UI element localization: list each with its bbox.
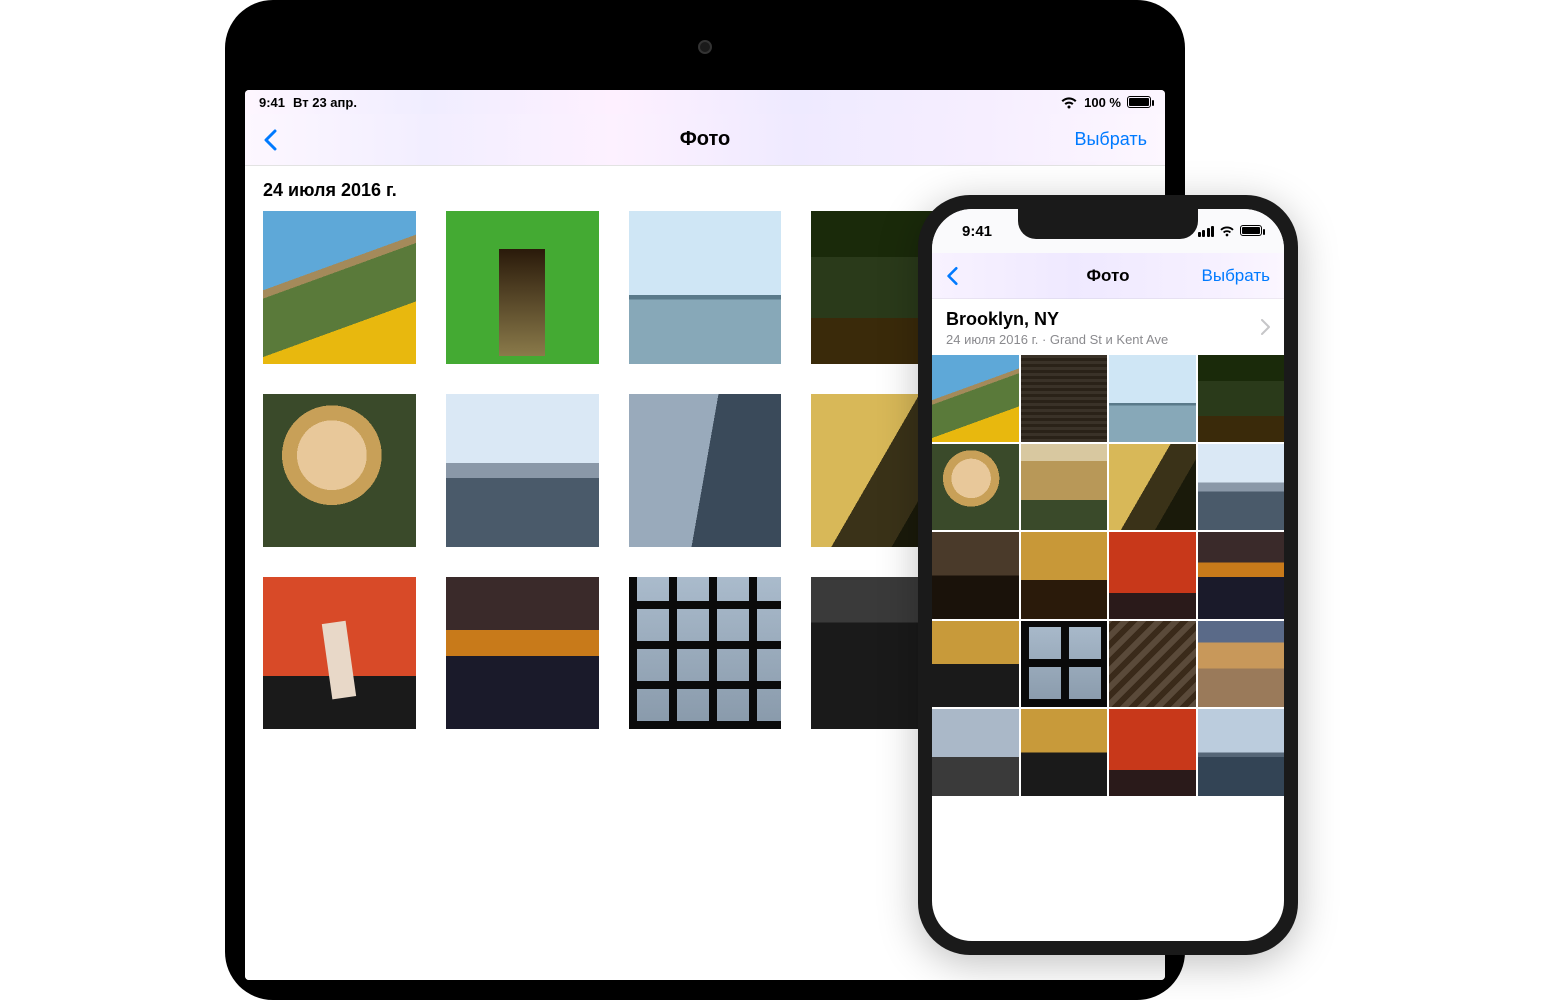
iphone-notch: [1018, 209, 1198, 239]
photo-thumbnail[interactable]: [446, 577, 599, 730]
iphone-nav-bar: Фото Выбрать: [932, 253, 1284, 299]
photo-thumbnail[interactable]: [263, 394, 416, 547]
photo-thumbnail[interactable]: [1198, 621, 1285, 708]
iphone-status-time: 9:41: [962, 223, 992, 240]
photo-thumbnail[interactable]: [1198, 355, 1285, 442]
photo-thumbnail[interactable]: [446, 394, 599, 547]
photo-thumbnail[interactable]: [1198, 709, 1285, 796]
photo-thumbnail[interactable]: [1109, 355, 1196, 442]
photo-thumbnail[interactable]: [1198, 444, 1285, 531]
ipad-nav-bar: Фото Выбрать: [245, 114, 1165, 166]
photo-thumbnail[interactable]: [1109, 532, 1196, 619]
battery-icon: [1127, 96, 1151, 108]
iphone-photo-grid: [932, 355, 1284, 796]
photo-thumbnail[interactable]: [629, 394, 782, 547]
location-header[interactable]: Brooklyn, NY 24 июля 2016 г. · Grand St …: [932, 299, 1284, 355]
cellular-icon: [1198, 226, 1215, 237]
ipad-status-time: 9:41: [259, 95, 285, 110]
back-button[interactable]: [946, 266, 958, 286]
ipad-status-day: Вт 23 апр.: [293, 95, 357, 110]
photo-thumbnail[interactable]: [263, 577, 416, 730]
back-button[interactable]: [263, 129, 277, 151]
photo-thumbnail[interactable]: [1198, 532, 1285, 619]
ipad-battery-percent: 100 %: [1084, 95, 1121, 110]
iphone-screen: 9:41 Фото Выбрать Brooklyn, NY 24 июля 2…: [932, 209, 1284, 941]
iphone-device: 9:41 Фото Выбрать Brooklyn, NY 24 июля 2…: [918, 195, 1298, 955]
location-subtitle: 24 июля 2016 г. · Grand St и Kent Ave: [946, 332, 1270, 347]
photo-thumbnail[interactable]: [932, 709, 1019, 796]
photo-thumbnail[interactable]: [932, 532, 1019, 619]
photo-thumbnail[interactable]: [1021, 621, 1108, 708]
photo-thumbnail[interactable]: [1021, 444, 1108, 531]
ipad-camera: [698, 40, 712, 54]
photo-thumbnail[interactable]: [932, 355, 1019, 442]
chevron-right-icon: [1261, 319, 1270, 335]
photo-thumbnail[interactable]: [1109, 444, 1196, 531]
battery-icon: [1240, 223, 1262, 240]
photo-thumbnail[interactable]: [932, 621, 1019, 708]
photo-thumbnail[interactable]: [1021, 532, 1108, 619]
select-button[interactable]: Выбрать: [1202, 266, 1270, 286]
location-title: Brooklyn, NY: [946, 309, 1270, 330]
photo-thumbnail[interactable]: [1109, 709, 1196, 796]
wifi-icon: [1219, 225, 1235, 237]
photo-thumbnail[interactable]: [629, 211, 782, 364]
ipad-nav-title: Фото: [680, 128, 731, 151]
photo-thumbnail[interactable]: [1021, 709, 1108, 796]
photo-thumbnail[interactable]: [1021, 355, 1108, 442]
select-button[interactable]: Выбрать: [1074, 129, 1147, 150]
photo-thumbnail[interactable]: [263, 211, 416, 364]
iphone-nav-title: Фото: [1087, 266, 1130, 286]
photo-thumbnail[interactable]: [629, 577, 782, 730]
photo-thumbnail[interactable]: [932, 444, 1019, 531]
photo-thumbnail[interactable]: [446, 211, 599, 364]
ipad-status-bar: 9:41 Вт 23 апр. 100 %: [245, 90, 1165, 114]
wifi-icon: [1060, 96, 1078, 109]
photo-thumbnail[interactable]: [1109, 621, 1196, 708]
